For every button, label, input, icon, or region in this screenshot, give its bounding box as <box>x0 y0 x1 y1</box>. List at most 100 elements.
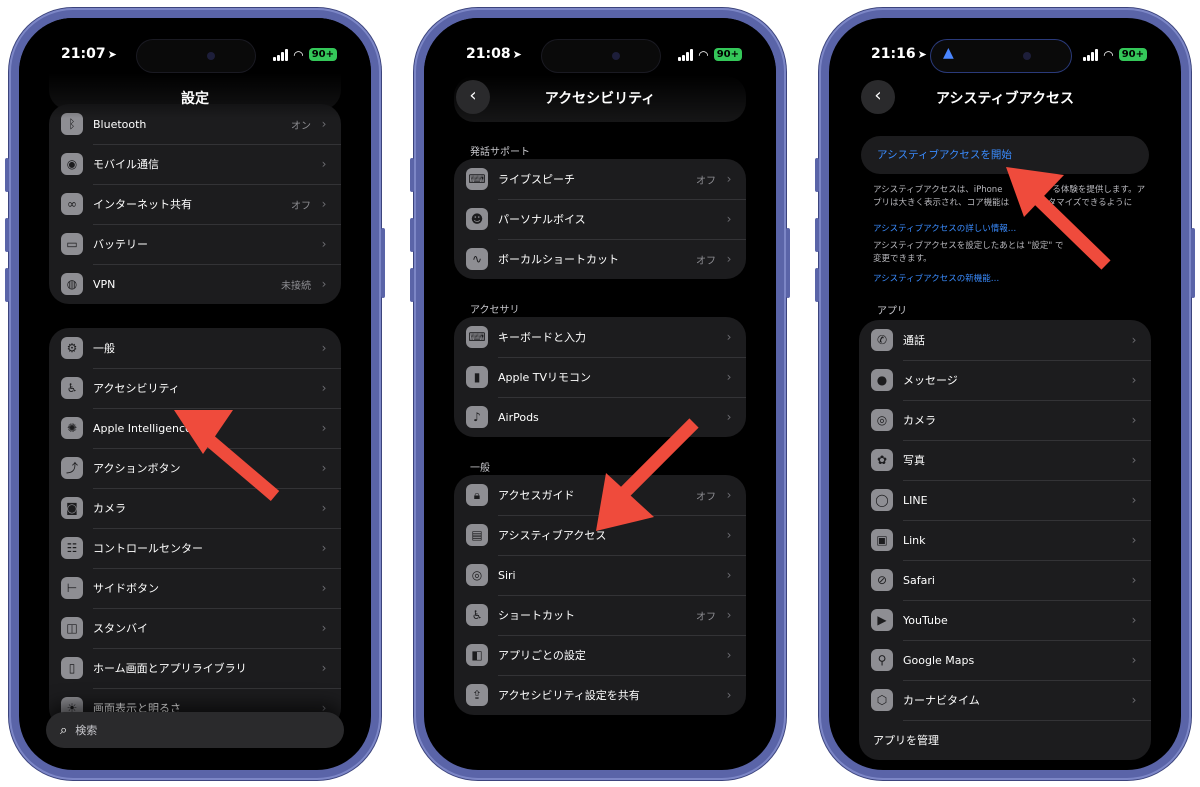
chevron-right-icon: › <box>726 330 732 344</box>
settings-row-standby[interactable]: ◫ スタンバイ › <box>49 608 341 648</box>
chevron-right-icon: › <box>1131 413 1137 427</box>
chevron-right-icon: › <box>726 608 732 622</box>
app-row-google-maps[interactable]: ⚲ Google Maps › <box>859 640 1151 680</box>
link-app-icon: ▣ <box>871 529 893 551</box>
chevron-right-icon: › <box>321 581 327 595</box>
chevron-right-icon: › <box>1131 373 1137 387</box>
search-input[interactable] <box>75 723 276 737</box>
row-shortcut[interactable]: ♿ ショートカット オフ › <box>454 595 746 635</box>
chevron-right-icon: › <box>321 501 327 515</box>
remote-icon: ▮ <box>466 366 488 388</box>
chevron-right-icon: › <box>321 381 327 395</box>
accessibility-icon: ♿ <box>61 377 83 399</box>
keyboard-icon: ⌨ <box>466 326 488 348</box>
row-per-app-settings[interactable]: ◧ アプリごとの設定 › <box>454 635 746 675</box>
row-airpods[interactable]: ♪ AirPods › <box>454 397 746 437</box>
settings-row-apple-intelligence[interactable]: ✺ Apple Intelligence › <box>49 408 341 448</box>
dynamic-island-navigation[interactable]: ▲ <box>931 40 1071 72</box>
camera-icon: ◎ <box>871 409 893 431</box>
app-row-safari[interactable]: ⊘ Safari › <box>859 560 1151 600</box>
row-assistive-access[interactable]: ▤ アシスティブアクセス › <box>454 515 746 555</box>
row-live-speech[interactable]: ⌨ ライブスピーチ オフ › <box>454 159 746 199</box>
row-apple-tv-remote[interactable]: ▮ Apple TVリモコン › <box>454 357 746 397</box>
app-row-photos[interactable]: ✿ 写真 › <box>859 440 1151 480</box>
battery-badge: 90+ <box>308 48 337 61</box>
sparkle-icon: ✺ <box>61 417 83 439</box>
link-more-info[interactable]: アシスティブアクセスの詳しい情報… <box>873 222 1016 234</box>
status-icons: ◠ 90+ <box>678 48 742 61</box>
page-title: アシスティブアクセス <box>936 91 1074 107</box>
standby-icon: ◫ <box>61 617 83 639</box>
line-icon: ◯ <box>871 489 893 511</box>
status-bar: 21:08 ➤ ◠ 90+ <box>424 40 776 72</box>
assistive-apps-group: ✆ 通話 › ● メッセージ › ◎ カメラ › ✿ 写真 › ◯ LINE ›… <box>859 320 1151 760</box>
app-row-manage[interactable]: アプリを管理 <box>859 720 1151 760</box>
phone-assistive-access: ‹ アシスティブアクセス アシスティブアクセスを開始 アシスティブアクセスは、i… <box>815 8 1195 780</box>
row-siri[interactable]: ◎ Siri › <box>454 555 746 595</box>
start-assistive-access-button[interactable]: アシスティブアクセスを開始 <box>861 136 1149 174</box>
app-settings-icon: ◧ <box>466 644 488 666</box>
accessibility-group-accessory: ⌨ キーボードと入力 › ▮ Apple TVリモコン › ♪ AirPods … <box>454 317 746 437</box>
photos-icon: ✿ <box>871 449 893 471</box>
section-header-apps: アプリ <box>877 306 907 317</box>
settings-row-action-button[interactable]: ⤴ アクションボタン › <box>49 448 341 488</box>
description-2: アシスティブアクセスを設定したあとは "設定" でも 変更できます。 <box>873 241 1090 264</box>
wifi-icon: ◠ <box>293 47 304 62</box>
dynamic-island <box>542 40 660 72</box>
chevron-right-icon: › <box>726 252 732 266</box>
row-vocal-shortcuts[interactable]: ∿ ボーカルショートカット オフ › <box>454 239 746 279</box>
status-icons: ◠ 90+ <box>1083 48 1147 61</box>
signal-icon <box>678 48 694 61</box>
settings-row-camera[interactable]: ◙ カメラ › <box>49 488 341 528</box>
section-header-general: 一般 <box>470 463 490 474</box>
home-screen-icon: ▯ <box>61 657 83 679</box>
navigation-arrow-icon: ▲ <box>943 45 954 61</box>
row-personal-voice[interactable]: ☻ パーソナルボイス › <box>454 199 746 239</box>
airpods-icon: ♪ <box>466 406 488 428</box>
app-row-line[interactable]: ◯ LINE › <box>859 480 1151 520</box>
search-icon: ⌕ <box>60 722 68 738</box>
app-row-youtube[interactable]: ▶ YouTube › <box>859 600 1151 640</box>
chevron-right-icon: › <box>321 157 327 171</box>
row-share-settings[interactable]: ⇪ アクセシビリティ設定を共有 › <box>454 675 746 715</box>
status-bar: 21:16 ➤ ▲ ◠ 90+ <box>829 40 1181 72</box>
settings-row-side-button[interactable]: ⊢ サイドボタン › <box>49 568 341 608</box>
settings-row-hotspot[interactable]: ∞ インターネット共有 オフ › <box>49 184 341 224</box>
status-time: 21:07 ➤ <box>61 46 117 62</box>
status-time: 21:16 ➤ <box>871 46 927 62</box>
settings-row-cellular[interactable]: ◉ モバイル通信 › <box>49 144 341 184</box>
app-row-navitime[interactable]: ⬡ カーナビタイム › <box>859 680 1151 720</box>
chevron-right-icon: › <box>1131 453 1137 467</box>
assistive-icon: ▤ <box>466 524 488 546</box>
link-whats-new[interactable]: アシスティブアクセスの新機能… <box>873 272 999 284</box>
row-keyboard[interactable]: ⌨ キーボードと入力 › <box>454 317 746 357</box>
signal-icon <box>1083 48 1099 61</box>
app-row-link[interactable]: ▣ Link › <box>859 520 1151 560</box>
settings-row-bluetooth[interactable]: ᛒ Bluetooth オン › <box>49 104 341 144</box>
camera-dot <box>207 52 215 60</box>
app-row-camera[interactable]: ◎ カメラ › <box>859 400 1151 440</box>
chevron-right-icon: › <box>1131 573 1137 587</box>
gear-icon: ⚙ <box>61 337 83 359</box>
settings-row-accessibility[interactable]: ♿ アクセシビリティ › <box>49 368 341 408</box>
settings-row-general[interactable]: ⚙ 一般 › <box>49 328 341 368</box>
person-voice-icon: ☻ <box>466 208 488 230</box>
accessibility-group-general: 🔒︎ アクセスガイド オフ › ▤ アシスティブアクセス › ◎ Siri › … <box>454 475 746 715</box>
settings-group-connectivity: ᛒ Bluetooth オン › ◉ モバイル通信 › ∞ インターネット共有 … <box>49 104 341 304</box>
settings-row-battery[interactable]: ▭ バッテリー › <box>49 224 341 264</box>
chevron-right-icon: › <box>726 648 732 662</box>
chevron-right-icon: › <box>321 341 327 355</box>
map-pin-icon: ⚲ <box>871 649 893 671</box>
battery-badge: 90+ <box>1118 48 1147 61</box>
settings-row-control-center[interactable]: ☷ コントロールセンター › <box>49 528 341 568</box>
settings-row-home-screen[interactable]: ▯ ホーム画面とアプリライブラリ › <box>49 648 341 688</box>
app-row-phone[interactable]: ✆ 通話 › <box>859 320 1151 360</box>
settings-row-vpn[interactable]: ◍ VPN 未接続 › <box>49 264 341 304</box>
accessibility-group-speech: ⌨ ライブスピーチ オフ › ☻ パーソナルボイス › ∿ ボーカルショートカッ… <box>454 159 746 279</box>
page-title: 設定 <box>181 91 209 107</box>
row-guided-access[interactable]: 🔒︎ アクセスガイド オフ › <box>454 475 746 515</box>
app-row-messages[interactable]: ● メッセージ › <box>859 360 1151 400</box>
phone-settings: ᛒ Bluetooth オン › ◉ モバイル通信 › ∞ インターネット共有 … <box>5 8 385 780</box>
action-button-icon: ⤴ <box>61 457 83 479</box>
search-bar[interactable]: ⌕ <box>46 712 344 748</box>
